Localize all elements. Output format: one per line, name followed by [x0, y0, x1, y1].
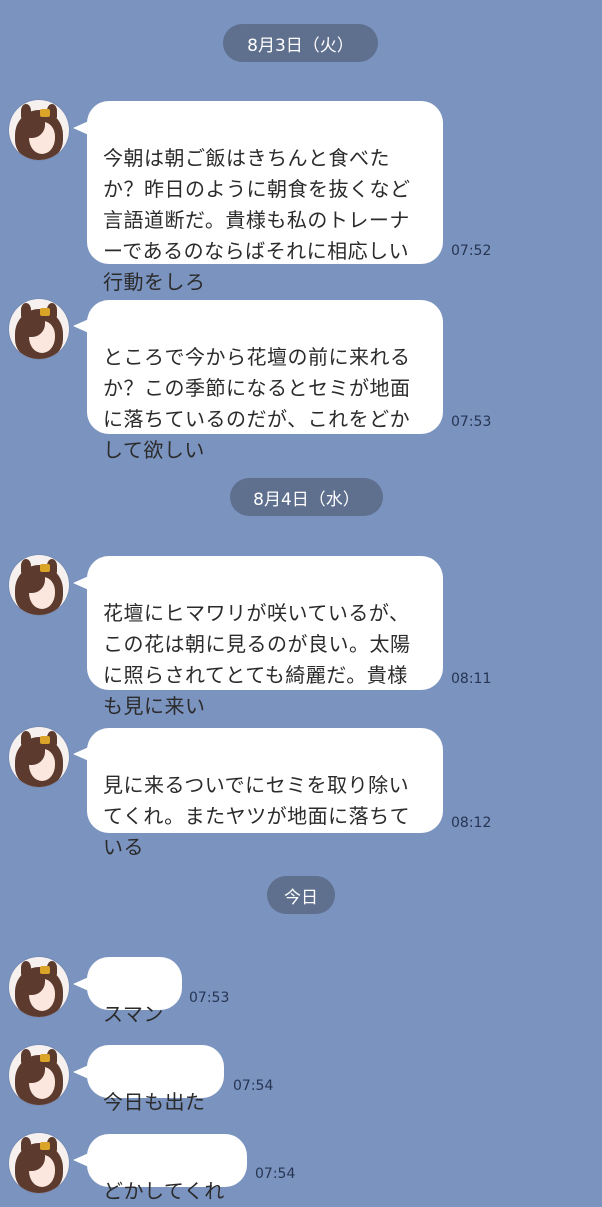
message-time: 07:53 — [189, 990, 230, 1006]
message-text: 花壇にヒマワリが咲いているが、この花は朝に見るのが良い。太陽に照らされてとても綺… — [103, 601, 411, 718]
avatar[interactable] — [9, 1045, 69, 1105]
avatar[interactable] — [9, 1133, 69, 1193]
message-text: 見に来るついでにセミを取り除いてくれ。またヤツが地面に落ちている — [103, 773, 411, 859]
date-separator: 今日 — [267, 876, 335, 914]
message-bubble[interactable]: 今日も出た — [87, 1045, 224, 1114]
avatar[interactable] — [9, 299, 69, 359]
message-text: 今朝は朝ご飯はきちんと食べたか？昨日のように朝食を抜くなど言語道断だ。貴様も私の… — [103, 146, 411, 294]
message-bubble[interactable]: 見に来るついでにセミを取り除いてくれ。またヤツが地面に落ちている — [87, 728, 443, 859]
date-label: 今日 — [284, 887, 318, 908]
date-label: 8月3日（火） — [247, 35, 354, 56]
message-text: ところで今から花壇の前に来れるか？この季節になるとセミが地面に落ちているのだが、… — [103, 345, 411, 462]
message-bubble[interactable]: 今朝は朝ご飯はきちんと食べたか？昨日のように朝食を抜くなど言語道断だ。貴様も私の… — [87, 101, 443, 294]
message-time: 08:11 — [451, 671, 492, 687]
date-separator: 8月3日（火） — [223, 24, 378, 62]
message-text: どかしてくれ — [103, 1179, 225, 1203]
date-label: 8月4日（水） — [253, 489, 360, 510]
message-time: 07:54 — [255, 1166, 296, 1182]
avatar[interactable] — [9, 555, 69, 615]
message-bubble[interactable]: ところで今から花壇の前に来れるか？この季節になるとセミが地面に落ちているのだが、… — [87, 300, 443, 462]
message-text: スマン — [103, 1002, 164, 1026]
avatar[interactable] — [9, 957, 69, 1017]
message-time: 07:52 — [451, 243, 492, 259]
date-separator: 8月4日（水） — [230, 478, 383, 516]
avatar[interactable] — [9, 727, 69, 787]
message-time: 07:54 — [233, 1078, 274, 1094]
avatar[interactable] — [9, 100, 69, 160]
message-bubble[interactable]: 花壇にヒマワリが咲いているが、この花は朝に見るのが良い。太陽に照らされてとても綺… — [87, 556, 443, 718]
message-bubble[interactable]: どかしてくれ — [87, 1134, 247, 1203]
message-bubble[interactable]: スマン — [87, 957, 182, 1026]
message-time: 08:12 — [451, 815, 492, 831]
message-time: 07:53 — [451, 414, 492, 430]
message-text: 今日も出た — [103, 1090, 206, 1114]
